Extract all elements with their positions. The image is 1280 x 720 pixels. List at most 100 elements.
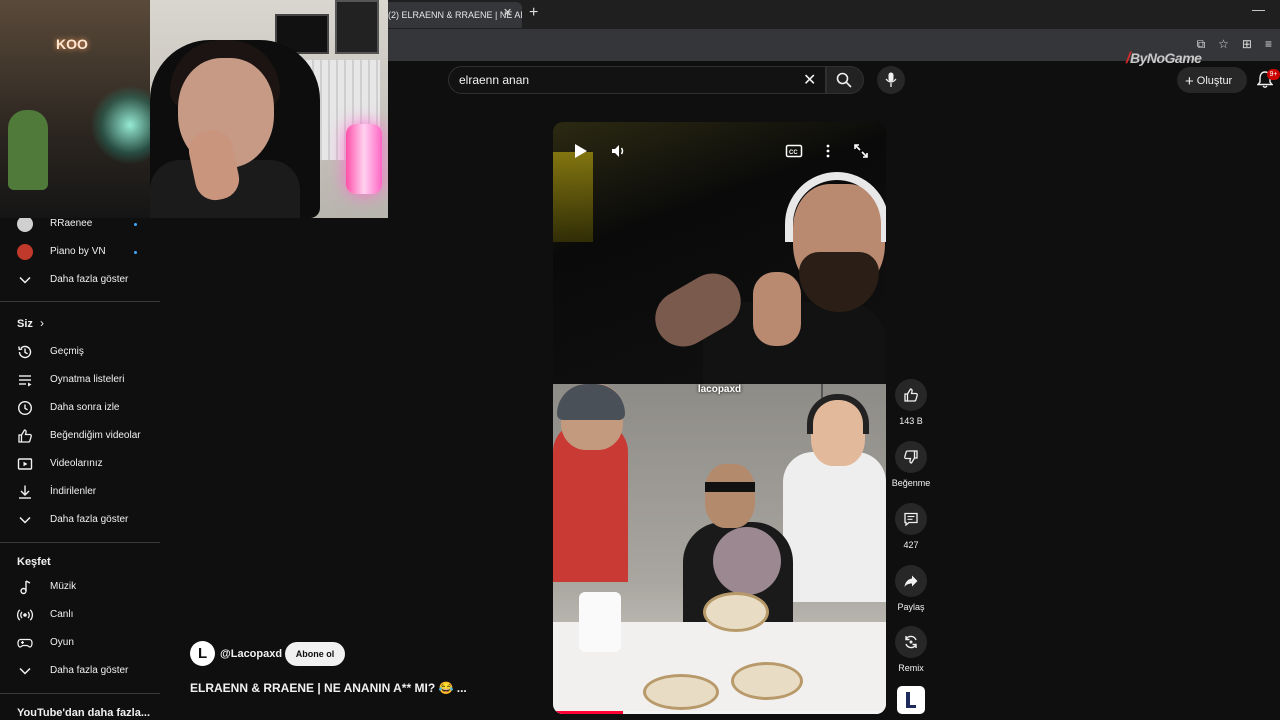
thumbs-down-icon — [904, 450, 918, 464]
sidebar-item-label: Geçmiş — [50, 346, 84, 357]
bowl — [643, 674, 719, 710]
webcam-overlay: KOO — [0, 0, 388, 218]
sidebar-item-label: Beğendiğim videolar — [50, 430, 141, 441]
sidebar-item-label: Oyun — [50, 637, 74, 648]
sidebar-item-label: Canlı — [50, 609, 74, 620]
reading-list-icon[interactable]: ≡ — [1265, 37, 1272, 52]
sidebar-more-from-youtube-heading: YouTube'dan daha fazla... — [17, 707, 150, 719]
extensions-icon[interactable]: ⊞ — [1242, 37, 1252, 52]
sidebar-item-music[interactable]: Müzik — [0, 573, 160, 601]
channel-avatar[interactable]: L — [190, 641, 215, 666]
share-icon — [904, 575, 918, 587]
sidebar-item-live[interactable]: Canlı — [0, 601, 160, 629]
watermark-logo: /ByNoGame — [1126, 50, 1202, 68]
comments-button-circle — [895, 503, 927, 535]
sidebar-item-label: Daha fazla göster — [50, 514, 129, 525]
window-minimize-button[interactable]: — — [1252, 2, 1265, 17]
channel-avatar — [17, 244, 33, 260]
search-icon — [836, 72, 852, 88]
like-count: 143 B — [899, 416, 923, 426]
remix-button[interactable]: Remix — [893, 626, 929, 673]
dislike-button-circle — [895, 441, 927, 473]
sidebar-item-piano-by-vn[interactable]: Piano by VN — [0, 238, 160, 266]
blindfold — [705, 482, 755, 492]
subscribe-button[interactable]: Abone ol — [285, 642, 345, 666]
channel-logo-icon — [906, 692, 916, 708]
sidebar-item-label: Videolarınız — [50, 458, 103, 469]
sidebar-explore-show-more[interactable]: Daha fazla göster — [0, 657, 160, 685]
sidebar-you-heading[interactable]: Siz › — [0, 310, 160, 338]
volume-icon[interactable] — [609, 142, 627, 160]
remix-label: Remix — [898, 663, 924, 673]
person-head — [705, 464, 755, 528]
playlist-icon — [19, 375, 32, 387]
thumbs-up-icon — [18, 429, 32, 443]
create-button[interactable]: + Oluştur — [1177, 67, 1247, 93]
captions-icon[interactable]: CC — [785, 142, 803, 160]
comment-count: 427 — [903, 540, 919, 550]
video-title[interactable]: ELRAENN & RRAENE | NE ANANIN A** MI? 😂 .… — [190, 681, 467, 695]
browser-tab[interactable]: (2) ELRAENN & RRAENE | NE ANANIN A** MI? — [380, 2, 522, 28]
sidebar-item-gaming[interactable]: Oyun — [0, 629, 160, 657]
gamepad-icon — [17, 638, 33, 648]
fullscreen-icon[interactable] — [852, 142, 870, 160]
sidebar-item-label: RRaenee — [50, 218, 93, 229]
channel-avatar-letter: L — [198, 645, 208, 662]
history-icon — [18, 345, 32, 359]
sidebar-item-liked-videos[interactable]: Beğendiğim videolar — [0, 422, 160, 450]
sidebar-item-label: Piano by VN — [50, 246, 106, 257]
sidebar-item-history[interactable]: Geçmiş — [0, 338, 160, 366]
share-label: Paylaş — [897, 602, 925, 612]
sidebar-you-show-more[interactable]: Daha fazla göster — [0, 506, 160, 534]
sidebar-item-label: Müzik — [50, 581, 77, 592]
sidebar-item-watch-later[interactable]: Daha sonra izle — [0, 394, 160, 422]
more-options-icon[interactable] — [819, 142, 837, 160]
share-button-circle — [895, 565, 927, 597]
video-progress-fill — [553, 711, 623, 714]
audio-source-thumbnail[interactable] — [897, 686, 925, 714]
streamer-hand — [753, 272, 801, 346]
video-progress-bar[interactable] — [553, 711, 886, 714]
music-note-icon — [20, 580, 31, 595]
sidebar-item-label: Daha sonra izle — [50, 402, 120, 413]
comment-icon — [904, 512, 918, 527]
notifications-badge: 9+ — [1267, 69, 1280, 80]
sidebar-item-label: Daha fazla göster — [50, 274, 129, 285]
thumbs-up-icon — [904, 388, 918, 402]
video-icon — [17, 458, 33, 470]
channel-handle[interactable]: @Lacopaxd — [220, 648, 282, 660]
clock-icon — [17, 400, 33, 416]
sidebar-item-playlists[interactable]: Oynatma listeleri — [0, 366, 160, 394]
play-icon[interactable] — [571, 142, 589, 160]
dislike-button[interactable]: Beğenme — [892, 441, 930, 488]
neon-sign: KOO — [56, 36, 88, 52]
sidebar-heading-label: Siz — [17, 318, 33, 330]
like-button-circle — [895, 379, 927, 411]
sidebar-item-label: İndirilenler — [50, 486, 97, 497]
clear-search-icon[interactable]: ✕ — [803, 70, 816, 90]
plus-icon: + — [1185, 73, 1194, 90]
share-button[interactable]: Paylaş — [893, 565, 929, 612]
sidebar-divider — [0, 542, 160, 543]
tab-close-icon[interactable]: ✕ — [503, 6, 512, 19]
bookmark-star-icon[interactable]: ☆ — [1218, 37, 1229, 52]
microphone-icon — [885, 72, 897, 87]
watermark-text: ByNoGame — [1129, 50, 1202, 66]
pink-lamp — [346, 124, 382, 194]
video-caption: lacopaxd — [697, 384, 742, 395]
background-light — [553, 152, 593, 242]
new-content-dot — [134, 251, 137, 254]
comments-button[interactable]: 427 — [893, 503, 929, 550]
remix-icon — [905, 635, 917, 649]
dislike-label: Beğenme — [891, 478, 931, 488]
bowl — [731, 662, 803, 700]
shorts-player[interactable]: lacopaxd CC — [553, 122, 886, 714]
sidebar-item-label: Oynatma listeleri — [50, 374, 125, 385]
sidebar-divider — [0, 301, 160, 302]
sidebar-item-your-videos[interactable]: Videolarınız — [0, 450, 160, 478]
like-button[interactable]: 143 B — [893, 379, 929, 426]
plate — [713, 527, 781, 595]
new-tab-button[interactable]: + — [529, 4, 538, 22]
sidebar-item-downloads[interactable]: İndirilenler — [0, 478, 160, 506]
sidebar-subscriptions-show-more[interactable]: Daha fazla göster — [0, 266, 160, 294]
